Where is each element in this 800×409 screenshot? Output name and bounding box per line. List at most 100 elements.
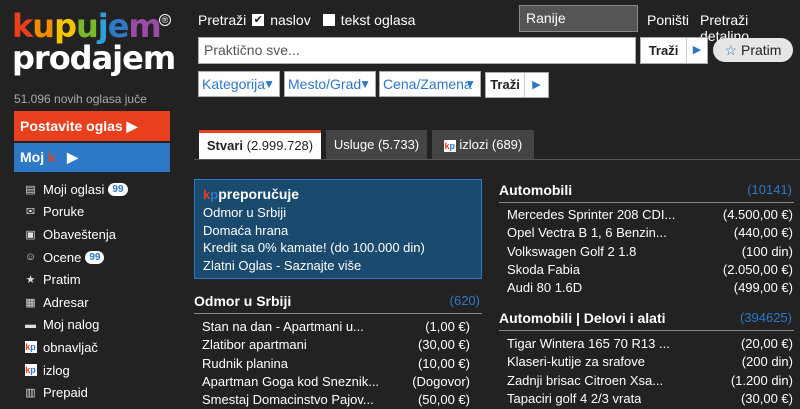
ad-title[interactable]: Tigar Wintera 165 70 R13 ...	[507, 335, 670, 353]
ad-price: (1,00 €)	[425, 319, 470, 334]
list-item[interactable]: Stan na dan - Apartmani u... (1,00 €)	[202, 318, 470, 336]
category-automobili-header[interactable]: Automobili (10141)	[499, 182, 794, 203]
sidebar-item-ocene[interactable]: ☺ Ocene 99	[24, 246, 174, 269]
recommendations-title: kp preporučuje	[203, 184, 473, 204]
ad-title[interactable]: Zadnji brisac Citroen Xsa...	[507, 372, 663, 390]
sidebar-item-label: izlog	[43, 362, 70, 378]
city-select[interactable]: Mesto/Grad ▼	[284, 71, 376, 97]
ad-title[interactable]: Zlatibor apartmani	[202, 336, 307, 354]
sidebar-item-obnavlja-[interactable]: kp obnavljač	[24, 336, 174, 359]
sidebar-item-label: obnavljač	[43, 339, 98, 355]
sidebar-item-prepaid[interactable]: ▥ Prepaid	[24, 381, 174, 404]
sidebar-item-label: Prepaid	[43, 385, 88, 401]
text-checkbox[interactable]	[322, 14, 335, 26]
caret-down-icon: ▼	[263, 77, 275, 91]
ad-title[interactable]: Skoda Fabia	[507, 261, 580, 279]
sidebar-item-izlog[interactable]: kp izlog	[24, 359, 174, 382]
category-odmor-list: Stan na dan - Apartmani u... (1,00 €) Zlat…	[202, 318, 470, 409]
list-item[interactable]: Apartman Goga kod Sneznik... (Dogovor)	[202, 373, 470, 391]
filter-search-button[interactable]: Traži ▶	[485, 72, 549, 98]
moj-kp-button[interactable]: Moj kp ▶	[14, 143, 170, 172]
category-delovi-title[interactable]: Automobili | Delovi i alati	[499, 310, 666, 326]
search-input[interactable]: Praktično sve...	[198, 37, 636, 64]
list-item[interactable]: Tapaciri golf 4 2/3 vrata (30,00 €)	[507, 390, 793, 408]
ads-icon: ▤	[25, 183, 36, 196]
ad-price: (4.500,00 €)	[722, 207, 793, 222]
sidebar-item-label: Moj nalog	[43, 317, 100, 333]
sidebar-item-obave-tenja[interactable]: ▣ Obaveštenja	[24, 223, 174, 246]
ad-title[interactable]: Mercedes Sprinter 208 CDI...	[507, 206, 675, 224]
tab-izlozi-count: (689)	[491, 137, 523, 152]
category-automobili-title[interactable]: Automobili	[499, 182, 572, 198]
moj-label: Moj	[20, 149, 45, 165]
list-item[interactable]: Rudnik planina (10,00 €)	[202, 355, 470, 373]
list-item[interactable]: Klaseri-kutije za srafove (200 din)	[507, 353, 793, 371]
recommendation-link[interactable]: Zlatni Oglas - Saznajte više	[203, 257, 473, 275]
sidebar-item-adresar[interactable]: ▦ Adresar	[24, 291, 174, 314]
category-odmor-title[interactable]: Odmor u Srbiji	[194, 293, 291, 309]
title-checkbox[interactable]: ✔	[252, 14, 265, 26]
ad-title[interactable]: Smestaj Domacinstvo Pajov...	[202, 391, 374, 409]
ad-title[interactable]: Stan na dan - Apartmani u...	[202, 318, 364, 336]
kp-logo-icon: kp	[48, 150, 64, 165]
list-item[interactable]: Opel Vectra B 1, 6 Benzin... (440,00 €)	[507, 224, 793, 242]
play-icon: ▶	[532, 79, 541, 91]
sidebar-item-poruke[interactable]: ✉ Poruke	[24, 201, 174, 224]
sidebar-item-moji-oglasi[interactable]: ▤ Moji oglasi 99	[24, 178, 174, 201]
logo-letter: m	[128, 7, 161, 45]
logo-letter: j	[97, 7, 109, 45]
count-badge: 99	[108, 182, 128, 196]
list-item[interactable]: Mercedes Sprinter 208 CDI... (4.500,00 €)	[507, 206, 793, 224]
category-delovi-list: Tigar Wintera 165 70 R13 ... (20,00 €) Kla…	[507, 335, 793, 408]
ad-title[interactable]: Audi 80 1.6D	[507, 279, 582, 297]
city-select-label: Mesto/Grad	[288, 76, 362, 92]
search-button[interactable]: Traži ▶	[640, 37, 708, 64]
category-select[interactable]: Kategorija ▼	[198, 71, 280, 97]
ad-price: (1.200 din)	[730, 372, 793, 388]
post-ad-button[interactable]: Postavite oglas ▶	[14, 111, 170, 141]
site-logo[interactable]: kupujem prodajem ®	[12, 7, 176, 80]
ad-title[interactable]: Apartman Goga kod Sneznik...	[202, 373, 379, 391]
ad-title[interactable]: Volkswagen Golf 2 1.8	[507, 243, 636, 261]
category-delovi-header[interactable]: Automobili | Delovi i alati (394625)	[499, 310, 794, 331]
tab-stvari[interactable]: Stvari (2.999.728)	[199, 130, 321, 159]
recommendation-link[interactable]: Kredit sa 0% kamate! (do 100.000 din)	[203, 239, 473, 257]
ad-title[interactable]: Tapaciri golf 4 2/3 vrata	[507, 390, 641, 408]
recommendation-link[interactable]: Domaća hrana	[203, 222, 473, 240]
star-icon: ★	[25, 274, 36, 287]
ad-title[interactable]: Rudnik planina	[202, 355, 288, 373]
kp-icon: kp	[24, 341, 37, 354]
list-item[interactable]: Zlatibor apartmani (30,00 €)	[202, 336, 470, 354]
list-item[interactable]: Smestaj Domacinstvo Pajov... (50,00 €)	[202, 391, 470, 409]
logo-letter: u	[32, 7, 55, 45]
tab-izlozi[interactable]: kp izlozi (689)	[432, 130, 534, 159]
category-automobili-count: (10141)	[747, 182, 792, 197]
sidebar-item-moj-nalog[interactable]: ▬ Moj nalog	[24, 314, 174, 337]
sidebar-item-pratim[interactable]: ★ Pratim	[24, 268, 174, 291]
ad-price: (50,00 €)	[417, 392, 470, 408]
logo-letter: u	[75, 7, 99, 45]
list-item[interactable]: Volkswagen Golf 2 1.8 (100 din)	[507, 243, 793, 261]
ad-price: (Dogovor)	[412, 373, 470, 389]
category-odmor-header[interactable]: Odmor u Srbiji (620)	[194, 293, 482, 314]
title-checkbox-label[interactable]: naslov	[270, 12, 310, 28]
ad-price: (440,00 €)	[733, 225, 793, 241]
list-item[interactable]: Tigar Wintera 165 70 R13 ... (20,00 €)	[507, 335, 793, 353]
list-item[interactable]: Zadnji brisac Citroen Xsa... (1.200 din)	[507, 372, 793, 390]
price-select[interactable]: Cena/Zamena ▼	[379, 71, 481, 97]
address-book-icon: ▦	[25, 296, 36, 309]
tab-usluge[interactable]: Usluge (5.733)	[326, 130, 427, 159]
ad-title[interactable]: Klaseri-kutije za srafove	[507, 353, 645, 371]
list-item[interactable]: Audi 80 1.6D (499,00 €)	[507, 279, 793, 297]
recommendations-title-text: preporučuje	[218, 186, 300, 202]
recent-searches-dropdown[interactable]: Ranije pretrage▼	[519, 5, 638, 51]
reset-link[interactable]: Poništi	[647, 12, 689, 28]
text-checkbox-label[interactable]: tekst oglasa	[341, 12, 416, 28]
list-item[interactable]: Skoda Fabia (2.050,00 €)	[507, 261, 793, 279]
ad-price: (499,00 €)	[733, 280, 793, 296]
ad-title[interactable]: Opel Vectra B 1, 6 Benzin...	[507, 224, 667, 242]
logo-letter: p	[54, 7, 77, 45]
user-menu: ▤ Moji oglasi 99 ✉ Poruke ▣ Obaveštenja ☺ Ocene 9…	[24, 178, 174, 404]
recommendation-link[interactable]: Odmor u Srbiji	[203, 204, 473, 222]
follow-search-button[interactable]: ☆ Pratim	[713, 38, 793, 62]
